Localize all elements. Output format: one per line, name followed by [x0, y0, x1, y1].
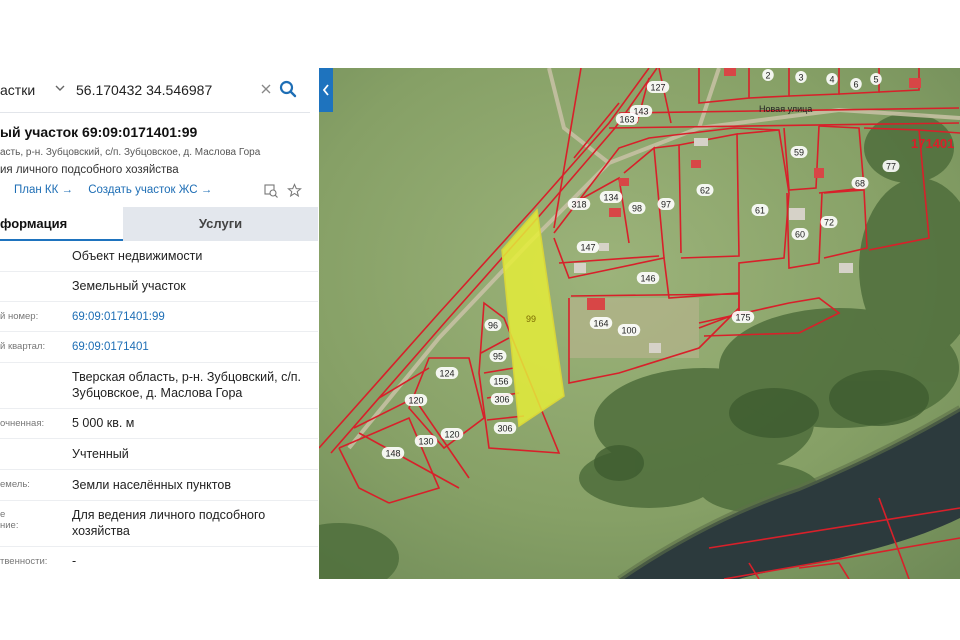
table-row: твенности: - [0, 546, 318, 579]
parcel-number-label[interactable]: 77 [886, 162, 896, 172]
parcel-number-label[interactable]: 3 [798, 73, 803, 83]
parcel-number-label[interactable]: 96 [488, 321, 498, 331]
parcel-number-label[interactable]: 98 [632, 204, 642, 214]
tab-bar: формация Услуги [0, 207, 318, 241]
parcel-number-label[interactable]: 175 [735, 313, 750, 323]
street-label: Новая улица [759, 104, 812, 114]
parcel-number-label[interactable]: 306 [497, 424, 512, 434]
row-label: твенности: [0, 556, 48, 567]
selected-parcel-label: 99 [526, 314, 536, 324]
parcel-number-label[interactable]: 2 [765, 71, 770, 81]
table-row: Объект недвижимости [0, 241, 318, 272]
row-value: 5 000 кв. м [72, 416, 135, 430]
table-row: Тверская область, р-н. Зубцовский, с/п. … [0, 362, 318, 409]
cadastral-number-link[interactable]: 69:09:0171401:99 [72, 309, 312, 325]
star-icon[interactable] [287, 183, 302, 198]
table-row: Учтенный [0, 438, 318, 470]
parcel-number-label[interactable]: 4 [829, 75, 834, 85]
parcel-number-label[interactable]: 59 [794, 148, 804, 158]
parcel-number-label[interactable]: 124 [439, 369, 454, 379]
parcel-number-label[interactable]: 62 [700, 186, 710, 196]
create-parcel-link[interactable]: Создать участок ЖС → [88, 184, 212, 196]
search-input[interactable]: 56.170432 34.546987 [76, 82, 212, 98]
parcel-number-label[interactable]: 72 [824, 218, 834, 228]
search-category-select[interactable]: астки [0, 82, 35, 98]
parcel-number-label[interactable]: 97 [661, 200, 671, 210]
satellite-map[interactable]: 2 3 4 6 5127143163596877134318 98 976261607214… [319, 68, 960, 579]
row-value: Для ведения личного подсобного хозяйства [72, 508, 266, 538]
row-value: Земельный участок [72, 279, 186, 293]
row-label: очненная: [0, 418, 45, 429]
search-bar: астки 56.170432 34.546987 [0, 68, 310, 113]
cadastral-quarter-link[interactable]: 69:09:0171401 [72, 339, 312, 355]
row-label: й квартал: [0, 341, 46, 352]
plan-kk-link[interactable]: План КК → [14, 184, 73, 196]
parcel-number-label[interactable]: 156 [493, 377, 508, 387]
parcel-number-label[interactable]: 100 [621, 326, 636, 336]
tab-services[interactable]: Услуги [123, 207, 318, 241]
parcel-number-label[interactable]: 134 [603, 193, 618, 203]
clear-icon[interactable] [260, 83, 272, 95]
collapse-arrow-icon[interactable] [319, 68, 333, 112]
app-window: астки 56.170432 34.546987 ый участок 69:… [0, 68, 960, 579]
row-value: Земли населённых пунктов [72, 478, 231, 492]
row-value: Объект недвижимости [72, 249, 203, 263]
chevron-down-icon[interactable] [54, 82, 66, 94]
row-value: - [72, 554, 77, 568]
table-row: й номер: 69:09:0171401:99 [0, 301, 318, 332]
parcel-number-label[interactable]: 5 [873, 75, 878, 85]
parcel-number-label[interactable]: 120 [444, 430, 459, 440]
parcel-title: ый участок 69:09:0171401:99 [0, 124, 198, 140]
parcel-purpose: ия личного подсобного хозяйства [0, 164, 179, 176]
table-row: й квартал: 69:09:0171401 [0, 331, 318, 363]
parcel-number-label[interactable]: 164 [593, 319, 608, 329]
parcel-number-label[interactable]: 146 [640, 274, 655, 284]
collapse-panel-button[interactable] [319, 68, 333, 112]
parcel-number-label[interactable]: 120 [408, 396, 423, 406]
row-label: е ние: [0, 509, 19, 531]
parcel-links: План КК → Создать участок ЖС → [14, 184, 224, 196]
search-icon[interactable] [279, 80, 297, 98]
parcel-number-label[interactable]: 148 [385, 449, 400, 459]
parcel-number-label[interactable]: 6 [853, 80, 858, 90]
tab-information[interactable]: формация [0, 207, 123, 241]
parcel-number-label[interactable]: 95 [493, 352, 503, 362]
layers-icon[interactable] [264, 184, 278, 198]
table-row: очненная: 5 000 кв. м [0, 408, 318, 439]
table-row: емель: Земли населённых пунктов [0, 469, 318, 501]
parcel-number-label[interactable]: 163 [619, 115, 634, 125]
row-label: емель: [0, 479, 30, 490]
parcel-number-label[interactable]: 68 [855, 179, 865, 189]
quarter-label: 171401 [911, 136, 954, 151]
parcel-number-label[interactable]: 147 [580, 243, 595, 253]
parcel-number-label[interactable]: 61 [755, 206, 765, 216]
parcel-number-label[interactable]: 306 [494, 395, 509, 405]
info-panel: астки 56.170432 34.546987 ый участок 69:… [0, 68, 320, 579]
parcel-number-label[interactable]: 60 [795, 230, 805, 240]
table-row: Земельный участок [0, 271, 318, 302]
parcel-number-label[interactable]: 127 [650, 83, 665, 93]
parcel-number-label[interactable]: 130 [418, 437, 433, 447]
row-value: Учтенный [72, 447, 129, 461]
row-value: Тверская область, р-н. Зубцовский, с/п. … [72, 370, 302, 400]
map-view[interactable]: 2 3 4 6 5 127 143 163 59 68 77 134 318 98 97 62 61 60 72 14… [319, 68, 960, 579]
parcel-number-label[interactable]: 318 [571, 200, 586, 210]
row-label: й номер: [0, 311, 39, 322]
parcel-address: асть, р-н. Зубцовский, с/п. Зубцовское, … [0, 147, 261, 158]
table-row: е ние: Для ведения личного подсобного хо… [0, 500, 318, 547]
